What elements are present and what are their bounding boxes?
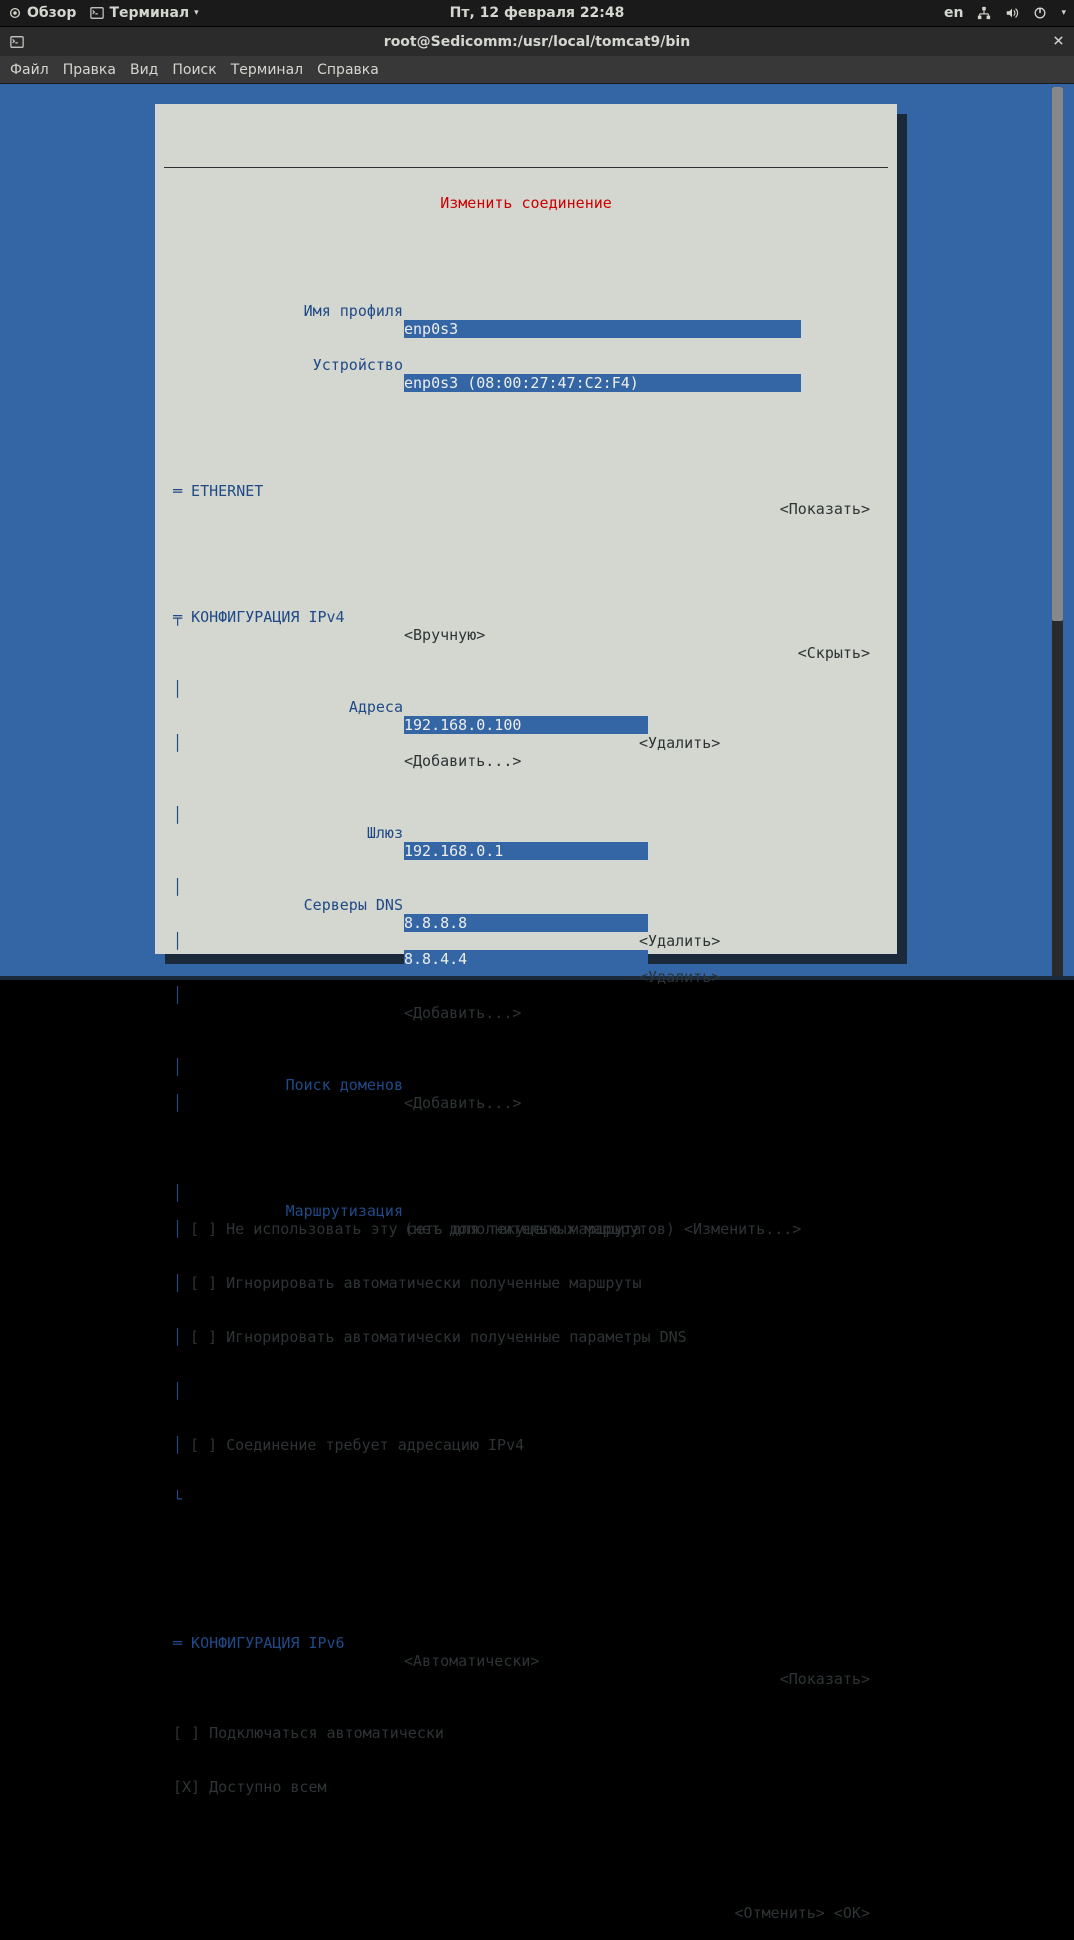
menubar: Файл Правка Вид Поиск Терминал Справка xyxy=(0,56,1074,84)
nmtui-dialog: Изменить соединение Имя профиля enp0s3 У… xyxy=(155,104,897,954)
close-icon xyxy=(1053,35,1064,46)
dns-delete-1[interactable]: <Удалить> xyxy=(639,932,720,950)
keyboard-layout[interactable]: en xyxy=(944,5,963,21)
address-delete-1[interactable]: <Удалить> xyxy=(639,734,720,752)
ipv4-hide[interactable]: <Скрыть> xyxy=(798,644,870,662)
address-add[interactable]: <Добавить...> xyxy=(404,752,521,770)
menu-file[interactable]: Файл xyxy=(10,62,49,78)
menu-view[interactable]: Вид xyxy=(130,62,158,78)
cb-require-ipv4[interactable]: [ ] Соединение требует адресацию IPv4 xyxy=(190,1436,524,1454)
menu-terminal[interactable]: Терминал xyxy=(231,62,303,78)
dns-add[interactable]: <Добавить...> xyxy=(404,1004,521,1022)
device-input[interactable]: enp0s3 (08:00:27:47:C2:F4) xyxy=(404,374,801,392)
gateway-input[interactable]: 192.168.0.1 xyxy=(404,842,648,860)
system-dropdown-icon: ▾ xyxy=(1061,8,1066,18)
terminal-area: Изменить соединение Имя профиля enp0s3 У… xyxy=(0,84,1074,980)
routing-label: Маршрутизация xyxy=(286,1202,403,1220)
cb-autoconnect[interactable]: [ ] Подключаться автоматически xyxy=(173,1724,444,1742)
clock-label: Пт, 12 февраля 22:48 xyxy=(450,5,625,21)
cb-default-route[interactable]: [ ] Не использовать эту сеть для текущег… xyxy=(190,1220,642,1238)
activities-icon xyxy=(8,6,22,20)
ipv4-section[interactable]: ╤ КОНФИГУРАЦИЯ IPv4 xyxy=(173,608,345,626)
app-menu[interactable]: Терминал ▾ xyxy=(90,5,198,21)
window-close-button[interactable] xyxy=(1053,34,1064,50)
dialog-title: Изменить соединение xyxy=(427,194,625,212)
window-title: root@Sedicomm:/usr/local/tomcat9/bin xyxy=(384,34,690,50)
dns-label: Серверы DNS xyxy=(304,896,403,914)
cb-available-all[interactable]: [X] Доступно всем xyxy=(173,1778,327,1796)
scrollbar[interactable] xyxy=(1052,87,1063,977)
ipv6-mode-select[interactable]: <Автоматически> xyxy=(404,1652,539,1670)
dropdown-icon: ▾ xyxy=(194,8,199,18)
device-label: Устройство xyxy=(313,356,403,374)
power-icon[interactable] xyxy=(1033,6,1047,20)
terminal-app-icon xyxy=(90,6,104,20)
cb-ignore-dns[interactable]: [ ] Игнорировать автоматически полученны… xyxy=(190,1328,687,1346)
profile-name-input[interactable]: enp0s3 xyxy=(404,320,801,338)
dialog-title-line: Изменить соединение xyxy=(155,158,897,176)
ok-button[interactable]: <OK> xyxy=(834,1904,870,1922)
app-menu-label: Терминал xyxy=(109,5,189,21)
dns-input-2[interactable]: 8.8.4.4 xyxy=(404,950,648,968)
volume-icon[interactable] xyxy=(1005,6,1019,20)
profile-name-label: Имя профиля xyxy=(304,302,403,320)
network-icon[interactable] xyxy=(977,6,991,20)
cb-ignore-routes[interactable]: [ ] Игнорировать автоматически полученны… xyxy=(190,1274,642,1292)
addresses-label: Адреса xyxy=(349,698,403,716)
ethernet-section[interactable]: ═ ETHERNET xyxy=(173,482,263,500)
menu-help[interactable]: Справка xyxy=(317,62,379,78)
ipv4-mode-select[interactable]: <Вручную> xyxy=(404,626,485,644)
ethernet-show[interactable]: <Показать> xyxy=(780,500,870,518)
menu-search[interactable]: Поиск xyxy=(172,62,216,78)
activities-label: Обзор xyxy=(27,5,76,21)
menu-edit[interactable]: Правка xyxy=(63,62,116,78)
dialog-buttons: <Отменить> <OK> xyxy=(735,1904,870,1922)
domain-search-label: Поиск доменов xyxy=(286,1076,403,1094)
gateway-label: Шлюз xyxy=(367,824,403,842)
ipv6-section[interactable]: ═ КОНФИГУРАЦИЯ IPv6 xyxy=(173,1634,345,1652)
cancel-button[interactable]: <Отменить> xyxy=(735,1904,825,1922)
gnome-topbar: Обзор Терминал ▾ Пт, 12 февраля 22:48 en… xyxy=(0,0,1074,26)
scrollbar-thumb[interactable] xyxy=(1052,87,1063,621)
window-terminal-icon xyxy=(10,35,24,49)
clock[interactable]: Пт, 12 февраля 22:48 xyxy=(450,5,625,21)
activities-button[interactable]: Обзор xyxy=(8,5,76,21)
window-titlebar: root@Sedicomm:/usr/local/tomcat9/bin xyxy=(0,26,1074,56)
